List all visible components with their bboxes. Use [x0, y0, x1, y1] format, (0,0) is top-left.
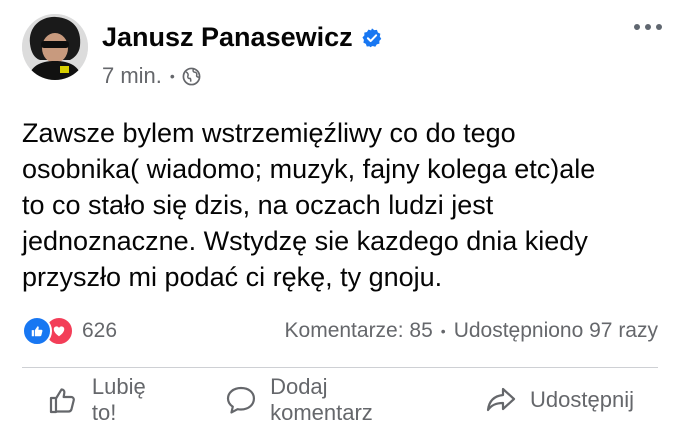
stats-separator: •: [440, 323, 446, 339]
avatar[interactable]: [22, 14, 88, 80]
post-header: Janusz Panasewicz 7 min. •: [22, 14, 664, 89]
avatar-image: [22, 14, 88, 80]
thumbs-up-icon: [49, 388, 75, 414]
engagement-counts: Komentarze: 85 • Udostępniono 97 razy: [285, 319, 658, 343]
post-stats: 626 Komentarze: 85 • Udostępniono 97 raz…: [22, 316, 658, 346]
comment-button-label: Dodaj komentarz: [270, 374, 373, 425]
share-arrow-icon: [486, 387, 516, 412]
comment-button[interactable]: Dodaj komentarz: [200, 374, 460, 426]
like-button-label: Lubię to!: [91, 374, 146, 425]
share-button-label: Udostępnij: [530, 387, 634, 412]
reaction-count: 626: [82, 319, 118, 342]
post-meta: 7 min. •: [102, 63, 201, 89]
author-name[interactable]: Janusz Panasewicz: [102, 22, 353, 53]
reactions-summary[interactable]: 626: [22, 316, 117, 346]
globe-icon[interactable]: [182, 67, 201, 86]
shares-count[interactable]: Udostępniono 97 razy: [454, 319, 658, 343]
post-time[interactable]: 7 min.: [102, 63, 162, 89]
comment-icon: [227, 386, 256, 414]
more-dot: [656, 24, 662, 30]
like-reaction-icon: [22, 316, 52, 346]
verified-badge-icon: [362, 27, 381, 47]
more-options-icon[interactable]: [634, 24, 662, 30]
more-dot: [645, 24, 651, 30]
action-bar: Lubię to! Dodaj komentarz Udostępnij: [22, 374, 658, 425]
author-row: Janusz Panasewicz: [102, 22, 383, 53]
post-text: Zawsze bylem wstrzemięźliwy co do tego o…: [22, 118, 596, 292]
comments-count[interactable]: Komentarze: 85: [285, 319, 433, 343]
meta-separator: •: [169, 68, 175, 84]
share-button[interactable]: Udostępnij: [460, 383, 658, 417]
like-button[interactable]: Lubię to!: [22, 374, 200, 426]
more-dot: [634, 24, 640, 30]
divider: [22, 367, 658, 368]
